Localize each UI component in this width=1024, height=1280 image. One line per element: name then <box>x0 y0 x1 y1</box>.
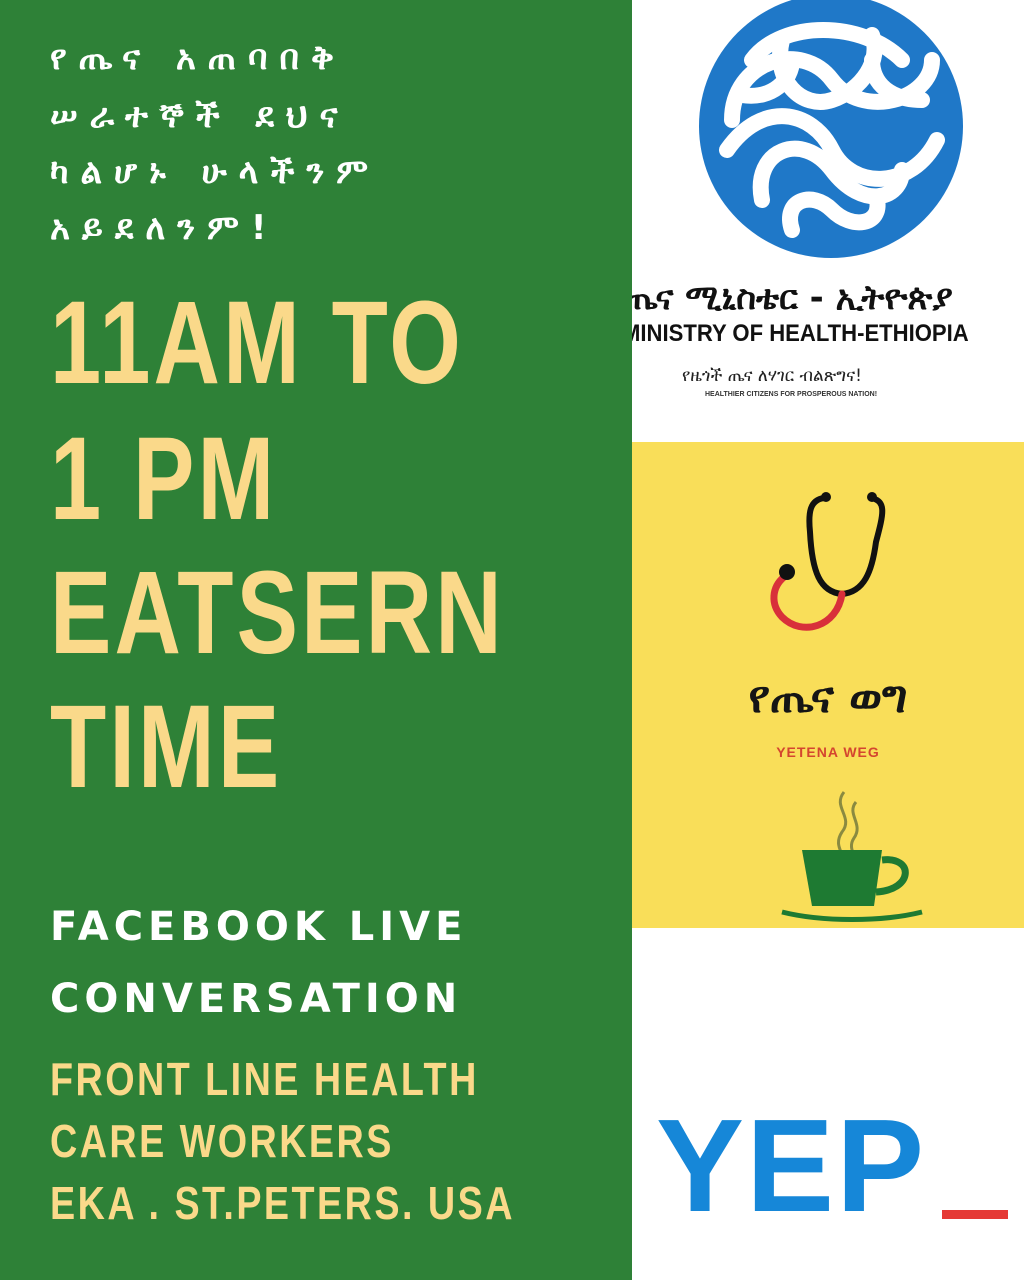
amharic-headline-line-4: አይደለንም! <box>50 208 279 248</box>
yetena-weg-amharic-title: የጤና ወግ <box>748 672 908 723</box>
ministry-of-health-logo: ጤና ሚኒስቴር - ኢትዮጵያ MINISTRY OF HEALTH-ETHI… <box>632 0 1024 442</box>
moh-english-name: MINISTRY OF HEALTH-ETHIOPIA <box>632 320 969 347</box>
detail-line-3: EKA . ST.PETERS. USA <box>50 1177 515 1229</box>
event-poster: የጤና አጠባበቅ ሠራተኞች ደህና ካልሆኑ ሁላችንም አይደለንም! 1… <box>0 0 1024 1280</box>
detail-line-2: CARE WORKERS <box>50 1115 394 1167</box>
time-line-4: TIME <box>50 681 283 813</box>
left-text-panel: የጤና አጠባበቅ ሠራተኞች ደህና ካልሆኑ ሁላችንም አይደለንም! 1… <box>0 0 632 1280</box>
coffee-cup-icon <box>781 791 923 922</box>
yep-logo: YEP <box>632 928 1024 1280</box>
yetena-weg-logo: የጤና ወግ YETENA WEG <box>632 442 1024 928</box>
moh-amharic-slogan: የዜጎች ጤና ለሃገር ብልጽግና! <box>682 366 862 386</box>
moh-english-slogan: HEALTHIER CITIZENS FOR PROSPEROUS NATION… <box>705 391 878 398</box>
detail-line-1: FRONT LINE HEALTH <box>50 1053 479 1105</box>
time-line-1: 11AM TO <box>50 277 465 409</box>
moh-emblem-icon <box>699 0 963 258</box>
stethoscope-icon <box>770 492 886 631</box>
time-line-2: 1 PM <box>50 413 278 545</box>
amharic-headline-line-3: ካልሆኑ ሁላችንም <box>50 152 381 192</box>
yep-wordmark: YEP <box>656 1092 927 1239</box>
facebook-live-line-1: FACEBOOK LIVE <box>50 904 468 950</box>
amharic-headline-line-2: ሠራተኞች ደህና <box>50 96 350 136</box>
facebook-live-line-2: CONVERSATION <box>50 976 463 1022</box>
yep-underscore-mark <box>942 1210 1008 1219</box>
moh-amharic-name: ጤና ሚኒስቴር - ኢትዮጵያ <box>632 278 953 318</box>
time-line-3: EATSERN <box>50 547 505 679</box>
yetena-weg-english-title: YETENA WEG <box>776 744 880 760</box>
amharic-headline-line-1: የጤና አጠባበቅ <box>50 38 346 78</box>
